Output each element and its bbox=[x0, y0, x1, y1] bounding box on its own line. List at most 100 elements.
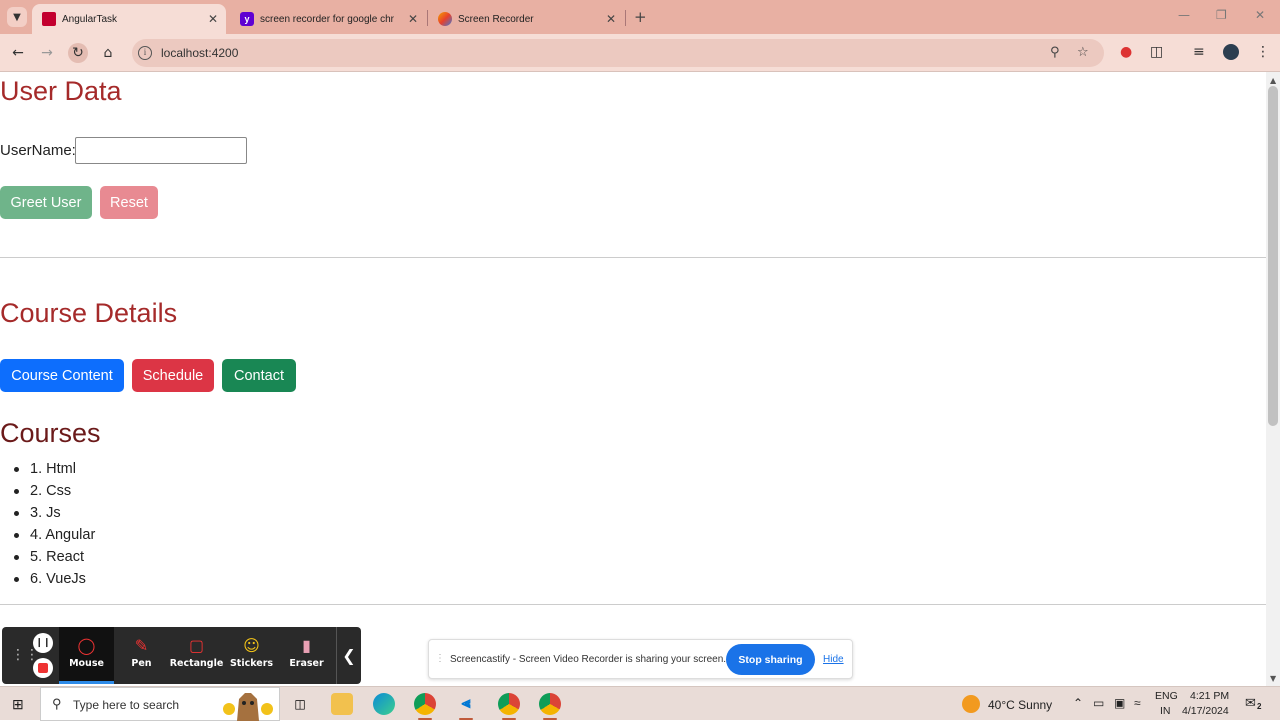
close-window-icon[interactable]: ✕ bbox=[1255, 8, 1265, 22]
pen-tool-button[interactable]: ✎ Pen bbox=[114, 627, 169, 684]
clock-date[interactable]: 4/17/2024 bbox=[1182, 705, 1229, 717]
language-indicator[interactable]: ENG bbox=[1155, 690, 1178, 702]
section-divider bbox=[0, 257, 1266, 258]
screencastify-extension-icon[interactable]: ● bbox=[1120, 44, 1132, 60]
stickers-tool-button[interactable]: ☺ Stickers bbox=[224, 627, 279, 684]
weather-sun-icon[interactable] bbox=[962, 695, 980, 713]
browser-tab-strip: ▼ AngularTask ✕ y screen recorder for go… bbox=[0, 0, 1280, 34]
stop-icon bbox=[38, 663, 48, 673]
sharing-message: Screencastify - Screen Video Recorder is… bbox=[450, 654, 727, 665]
pause-icon[interactable]: ❙❙ bbox=[33, 633, 53, 653]
schedule-button[interactable]: Schedule bbox=[132, 359, 214, 392]
bookmark-star-icon[interactable]: ☆ bbox=[1077, 45, 1089, 60]
angular-favicon-icon bbox=[42, 12, 56, 26]
list-item: 1. Html bbox=[13, 458, 95, 480]
yahoo-favicon-icon: y bbox=[240, 12, 254, 26]
rectangle-icon: ▢ bbox=[188, 636, 205, 655]
notification-center-icon[interactable]: ✉ bbox=[1245, 695, 1256, 711]
rectangle-tool-button[interactable]: ▢ Rectangle bbox=[169, 627, 224, 684]
pen-icon: ✎ bbox=[134, 636, 149, 655]
username-label: UserName: bbox=[0, 142, 76, 159]
greet-user-button[interactable]: Greet User bbox=[0, 186, 92, 219]
tab-screen-recorder[interactable]: Screen Recorder ✕ bbox=[428, 4, 624, 34]
page-viewport: User Data UserName: Greet User Reset Cou… bbox=[0, 72, 1266, 686]
page-scrollbar[interactable]: ▲ ▼ bbox=[1266, 72, 1280, 686]
battery-icon[interactable]: ▭ bbox=[1093, 696, 1104, 710]
screen-sharing-bar: ⋮ Screencastify - Screen Video Recorder … bbox=[428, 639, 853, 679]
reset-button[interactable]: Reset bbox=[100, 186, 158, 219]
maximize-icon[interactable]: ❐ bbox=[1216, 8, 1227, 22]
drag-handle-icon[interactable]: ⋮ bbox=[435, 653, 445, 664]
home-icon[interactable]: ⌂ bbox=[98, 43, 118, 63]
collapse-toolbar-button[interactable]: ❮ bbox=[336, 627, 361, 684]
address-bar[interactable]: i localhost:4200 ⚲ ☆ bbox=[132, 39, 1104, 67]
vscode-icon[interactable]: ⫷ bbox=[455, 693, 477, 715]
stop-recording-button[interactable] bbox=[33, 658, 53, 678]
scroll-thumb[interactable] bbox=[1268, 86, 1278, 426]
list-item: 3. Js bbox=[13, 502, 95, 524]
forward-arrow-icon[interactable]: → bbox=[37, 43, 57, 63]
language-region[interactable]: IN bbox=[1160, 705, 1171, 717]
hide-link[interactable]: Hide bbox=[823, 654, 844, 665]
task-view-icon[interactable]: ◫ bbox=[289, 693, 311, 715]
search-icon: ⚲ bbox=[52, 696, 62, 711]
profile-avatar[interactable] bbox=[1223, 44, 1239, 60]
list-item: 5. React bbox=[13, 546, 95, 568]
mouse-cursor-icon: ◯ bbox=[77, 636, 96, 655]
site-info-icon[interactable]: i bbox=[138, 46, 152, 60]
user-data-heading: User Data bbox=[0, 76, 122, 106]
list-item: 2. Css bbox=[13, 480, 95, 502]
tab-separator bbox=[625, 10, 626, 26]
new-tab-button[interactable]: + bbox=[634, 8, 647, 26]
sticker-icon: ☺ bbox=[243, 636, 260, 655]
clock-time[interactable]: 4:21 PM bbox=[1190, 690, 1229, 702]
list-item: 4. Angular bbox=[13, 524, 95, 546]
wifi-icon[interactable]: ≈ bbox=[1134, 696, 1141, 710]
reload-icon[interactable]: ↻ bbox=[68, 43, 88, 63]
weather-text[interactable]: 40°C Sunny bbox=[988, 698, 1052, 712]
extensions-puzzle-icon[interactable]: ◫ bbox=[1150, 44, 1163, 60]
tab-angulartask[interactable]: AngularTask ✕ bbox=[32, 4, 226, 34]
close-icon[interactable]: ✕ bbox=[606, 12, 616, 26]
back-arrow-icon[interactable]: ← bbox=[8, 43, 28, 63]
edge-browser-icon[interactable] bbox=[373, 693, 395, 715]
username-input[interactable] bbox=[75, 137, 247, 164]
taskbar-search-box[interactable]: ⚲ Type here to search bbox=[40, 687, 280, 721]
browser-toolbar: ← → ↻ ⌂ i localhost:4200 ⚲ ☆ ● ◫ ≡ ⋮ bbox=[0, 34, 1280, 72]
chevron-up-icon[interactable]: ⌃ bbox=[1073, 696, 1083, 710]
search-highlight-illustration bbox=[223, 693, 273, 721]
minimize-icon[interactable]: — bbox=[1178, 8, 1190, 22]
tab-search-button[interactable]: ▼ bbox=[7, 7, 27, 27]
mouse-tool-button[interactable]: ◯ Mouse bbox=[59, 627, 114, 684]
reading-list-icon[interactable]: ≡ bbox=[1193, 44, 1205, 60]
more-menu-icon[interactable]: ⋮ bbox=[1256, 44, 1270, 60]
section-divider bbox=[0, 604, 1266, 605]
close-icon[interactable]: ✕ bbox=[408, 12, 418, 26]
course-details-heading: Course Details bbox=[0, 298, 178, 328]
notification-count-badge: 2 bbox=[1257, 702, 1262, 711]
chrome-icon[interactable] bbox=[414, 693, 436, 715]
courses-heading: Courses bbox=[0, 418, 101, 448]
screen-recorder-favicon-icon bbox=[438, 12, 452, 26]
chevron-left-icon: ❮ bbox=[342, 646, 356, 665]
list-item: 6. VueJs bbox=[13, 568, 95, 590]
scroll-down-arrow-icon[interactable]: ▼ bbox=[1270, 674, 1276, 683]
course-content-button[interactable]: Course Content bbox=[0, 359, 124, 392]
file-explorer-icon[interactable] bbox=[331, 693, 353, 715]
scroll-up-arrow-icon[interactable]: ▲ bbox=[1270, 76, 1276, 85]
meet-now-icon[interactable]: ▣ bbox=[1114, 696, 1125, 710]
chevron-down-icon: ▼ bbox=[13, 11, 21, 23]
chrome-profile-icon[interactable] bbox=[498, 693, 520, 715]
eraser-tool-button[interactable]: ▮ Eraser bbox=[279, 627, 334, 684]
eraser-icon: ▮ bbox=[302, 636, 311, 655]
courses-list: 1. Html 2. Css 3. Js 4. Angular 5. React… bbox=[13, 458, 95, 590]
close-icon[interactable]: ✕ bbox=[208, 12, 218, 26]
recorder-drawing-toolbar: ⋮⋮ ❙❙ ◯ Mouse ✎ Pen ▢ Rectangle ☺ Sticke… bbox=[2, 627, 361, 684]
zoom-icon[interactable]: ⚲ bbox=[1050, 45, 1060, 60]
windows-taskbar: ⊞ ⚲ Type here to search ◫ ⫷ 40°C Sunny ⌃… bbox=[0, 686, 1280, 721]
windows-start-icon[interactable]: ⊞ bbox=[12, 696, 24, 713]
tab-screen-recorder-search[interactable]: y screen recorder for google chr ✕ bbox=[230, 4, 426, 34]
stop-sharing-button[interactable]: Stop sharing bbox=[726, 644, 815, 675]
chrome-profile-icon[interactable] bbox=[539, 693, 561, 715]
contact-button[interactable]: Contact bbox=[222, 359, 296, 392]
